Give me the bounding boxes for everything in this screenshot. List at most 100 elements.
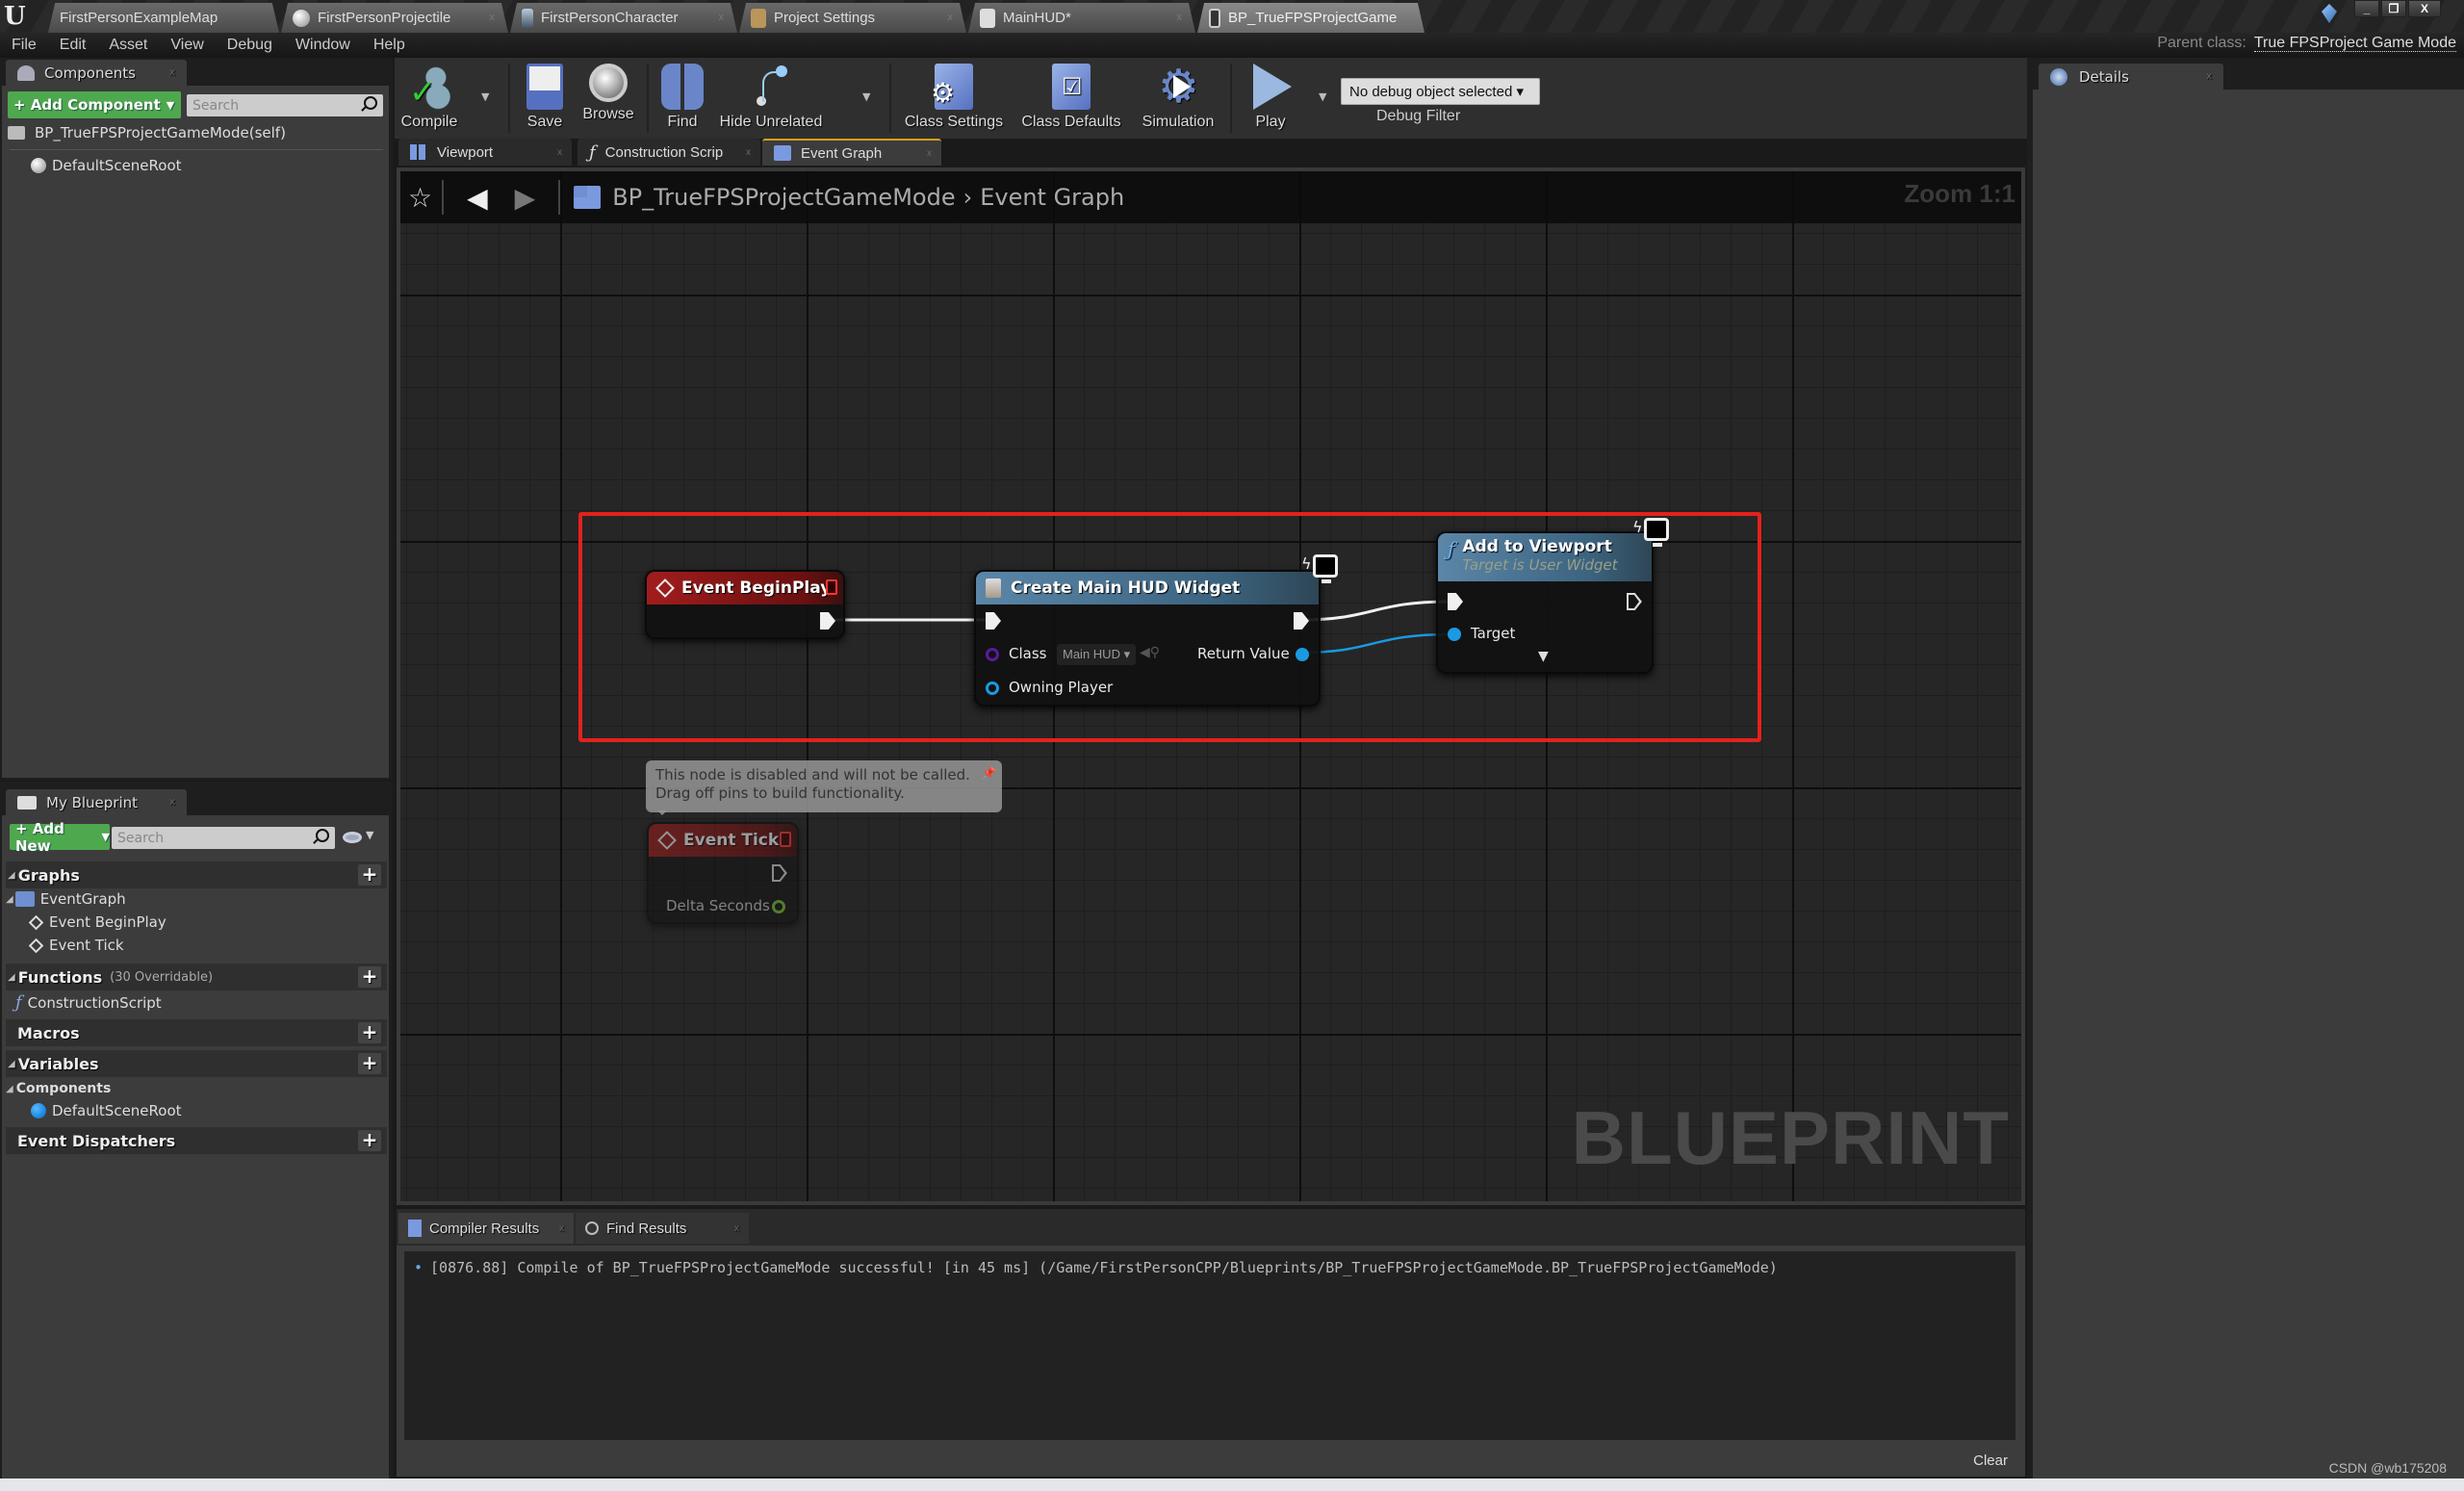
tree-item-event-beginplay[interactable]: Event BeginPlay [28, 913, 167, 931]
add-macro-button[interactable]: + [358, 1022, 381, 1043]
compiler-log[interactable]: • [0876.88] Compile of BP_TrueFPSProjectG… [404, 1251, 2015, 1440]
hide-unrelated-dropdown[interactable]: ▼ [862, 90, 870, 103]
simulation-button[interactable]: ⚙ Simulation [1138, 62, 1219, 131]
exec-out-pin[interactable] [820, 612, 835, 630]
save-button[interactable]: Save [518, 64, 572, 131]
add-component-button[interactable]: + Add Component ▼ [8, 91, 181, 118]
compile-button[interactable]: ✓ Compile [400, 64, 458, 131]
node-event-tick[interactable]: Event Tick Delta Seconds [647, 822, 799, 924]
tab-event-graph[interactable]: Event Graph x [762, 139, 941, 166]
exec-in-pin[interactable] [986, 612, 1001, 630]
find-button[interactable]: Find [658, 64, 706, 131]
node-add-to-viewport[interactable]: ƒ Add to Viewport Target is User Widget Ta… [1436, 531, 1654, 674]
menu-help[interactable]: Help [362, 37, 417, 54]
class-pin[interactable] [986, 648, 999, 661]
parent-class-link[interactable]: True FPSProject Game Mode [2253, 35, 2456, 52]
minimize-button[interactable]: _ [2354, 0, 2379, 17]
close-window-button[interactable]: X [2408, 0, 2441, 17]
menu-file[interactable]: File [0, 37, 48, 54]
close-tab-icon[interactable]: x [169, 797, 175, 808]
tab-viewport[interactable]: Viewport x [398, 139, 572, 166]
eye-icon[interactable] [343, 832, 362, 843]
browse-button[interactable]: Browse [579, 64, 637, 123]
node-event-beginplay[interactable]: Event BeginPlay [645, 570, 845, 639]
tree-item-construction-script[interactable]: ƒ ConstructionScript [15, 992, 162, 1013]
close-tab-icon[interactable]: x [719, 12, 725, 23]
doc-tab-mainhud[interactable]: MainHUD* x [968, 3, 1195, 33]
add-dispatcher-button[interactable]: + [358, 1130, 381, 1151]
components-search-input[interactable]: Search [187, 94, 383, 116]
pin-icon[interactable]: 📌 [982, 764, 996, 783]
add-function-button[interactable]: + [358, 966, 381, 988]
my-blueprint-tab[interactable]: My Blueprint x [6, 789, 187, 815]
close-tab-icon[interactable]: x [490, 12, 496, 23]
exec-out-pin[interactable] [1294, 612, 1309, 630]
restore-button[interactable]: ❐ [2381, 0, 2406, 17]
doc-tab-character[interactable]: FirstPersonCharacter x [510, 3, 737, 33]
play-button[interactable]: Play [1242, 64, 1299, 131]
doc-tab-map[interactable]: FirstPersonExampleMap [48, 3, 279, 33]
close-tab-icon[interactable]: x [746, 147, 751, 158]
clear-log-button[interactable]: Clear [1973, 1452, 2008, 1469]
close-tab-icon[interactable]: x [948, 12, 954, 23]
close-tab-icon[interactable]: x [927, 148, 932, 159]
class-settings-button[interactable]: ⚙ Class Settings [903, 64, 1005, 131]
delegate-pin-icon[interactable] [826, 579, 837, 595]
section-macros[interactable]: Macros + [6, 1019, 387, 1046]
menu-window[interactable]: Window [284, 37, 362, 54]
class-select[interactable]: Main HUD ▾ [1057, 644, 1137, 665]
menu-edit[interactable]: Edit [48, 37, 98, 54]
node-create-widget[interactable]: Create Main HUD Widget Class Main HUD ▾ … [974, 570, 1321, 707]
my-blueprint-search-input[interactable]: Search [112, 827, 335, 849]
doc-tab-bp-gamemode[interactable]: BP_TrueFPSProjectGame x [1197, 3, 1424, 33]
return-value-pin[interactable] [1296, 648, 1309, 661]
owning-player-pin[interactable] [986, 681, 999, 695]
exec-out-pin[interactable] [1627, 593, 1642, 610]
menu-view[interactable]: View [159, 37, 215, 54]
close-tab-icon[interactable]: x [559, 1223, 564, 1234]
exec-in-pin[interactable] [1448, 593, 1463, 610]
tree-category-components[interactable]: ◢ Components [6, 1081, 111, 1096]
close-tab-icon[interactable]: x [1177, 12, 1183, 23]
target-pin[interactable] [1448, 628, 1461, 641]
add-graph-button[interactable]: + [358, 864, 381, 886]
component-item-default-scene-root[interactable]: DefaultSceneRoot [31, 157, 182, 174]
tab-find-results[interactable]: Find Results x [576, 1213, 749, 1244]
components-tab[interactable]: Components x [6, 60, 187, 86]
close-tab-icon[interactable]: x [169, 67, 175, 78]
chevron-down-icon[interactable]: ▼ [366, 829, 373, 841]
delegate-pin-icon[interactable] [780, 832, 791, 847]
tree-item-event-tick[interactable]: Event Tick [28, 937, 124, 954]
exec-out-pin[interactable] [772, 864, 787, 882]
delta-seconds-pin[interactable] [772, 900, 785, 913]
use-selected-asset-icon[interactable]: ◀⚲ [1140, 645, 1160, 660]
tree-item-default-scene-root[interactable]: DefaultSceneRoot [31, 1102, 182, 1119]
tab-construction-script[interactable]: ƒ Construction Scrip x [578, 139, 760, 166]
doc-tab-projectile[interactable]: FirstPersonProjectile x [281, 3, 508, 33]
close-tab-icon[interactable]: x [734, 1223, 739, 1234]
section-variables[interactable]: ◢ Variables + [6, 1050, 387, 1077]
component-self-item[interactable]: BP_TrueFPSProjectGameMode(self) [8, 124, 286, 141]
play-options-dropdown[interactable]: ▼ [1319, 90, 1326, 103]
close-tab-icon[interactable]: x [2206, 71, 2212, 82]
close-tab-icon[interactable]: x [557, 147, 562, 158]
learn-icon[interactable] [2322, 4, 2337, 23]
class-defaults-button[interactable]: ☑ Class Defaults [1020, 64, 1122, 131]
tab-compiler-results[interactable]: Compiler Results x [398, 1213, 574, 1244]
menu-debug[interactable]: Debug [216, 37, 284, 54]
debug-object-select[interactable]: No debug object selected ▾ [1341, 78, 1540, 105]
tree-item-event-graph[interactable]: ◢ EventGraph [6, 890, 126, 908]
doc-tab-project-settings[interactable]: Project Settings x [739, 3, 966, 33]
close-tab-icon[interactable]: x [1406, 12, 1412, 23]
event-graph-canvas[interactable]: ☆ ◀ ▶ BP_TrueFPSProjectGameMode › Event … [397, 167, 2025, 1205]
add-variable-button[interactable]: + [358, 1053, 381, 1074]
add-new-button[interactable]: + Add New ▼ [10, 820, 110, 855]
section-functions[interactable]: ◢ Functions (30 Overridable) + [6, 964, 387, 990]
section-event-dispatchers[interactable]: Event Dispatchers + [6, 1127, 387, 1154]
hide-unrelated-button[interactable]: Hide Unrelated [718, 64, 824, 131]
menu-asset[interactable]: Asset [97, 37, 159, 54]
expand-arrow-icon[interactable]: ▼ [1538, 649, 1549, 664]
section-graphs[interactable]: ◢ Graphs + [6, 861, 387, 888]
compile-options-dropdown[interactable]: ▼ [481, 90, 489, 103]
details-tab[interactable]: Details x [2039, 64, 2223, 90]
